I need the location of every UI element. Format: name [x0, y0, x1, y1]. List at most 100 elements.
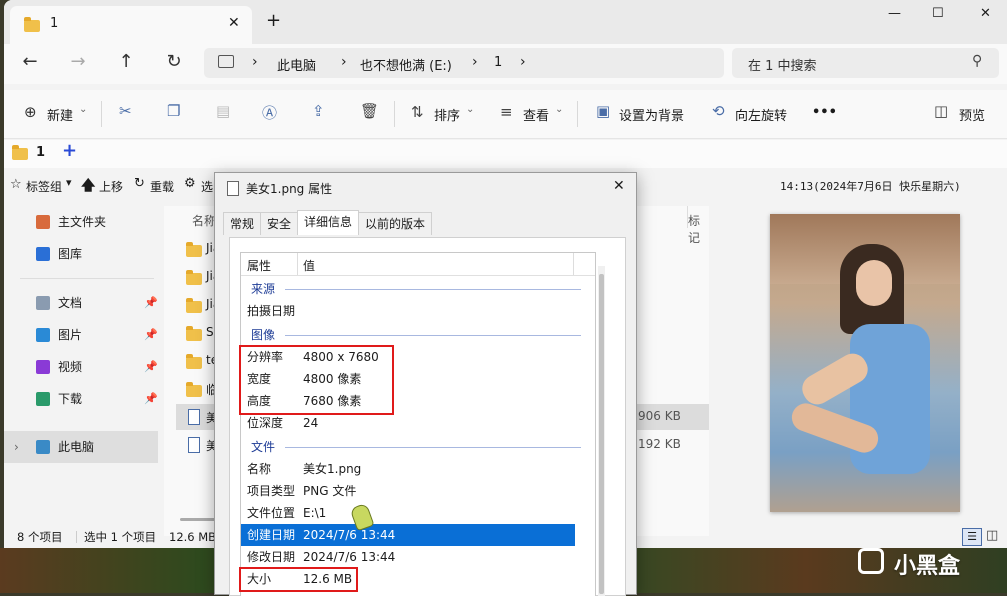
preview-button[interactable]: 预览: [959, 105, 985, 124]
wallpaper-icon: ▣: [596, 102, 611, 120]
bookmarks-button[interactable]: 标签组: [26, 178, 62, 195]
file-size: 906 KB: [638, 409, 681, 423]
search-placeholder: 在 1 中搜索: [748, 59, 817, 74]
separator: [101, 101, 102, 127]
column-header-value[interactable]: 值: [303, 257, 315, 274]
close-tab-icon[interactable]: ✕: [228, 15, 240, 31]
chevron-down-icon: ⌄: [79, 104, 88, 115]
properties-dialog: 美女1.png 属性 ✕ 常规 安全 详细信息 以前的版本 属性 值 来源 拍摄日期 …: [214, 172, 637, 596]
property-key: 创建日期: [247, 528, 296, 542]
property-value: 美女1.png: [303, 462, 362, 476]
dialog-close-button[interactable]: ✕: [613, 178, 625, 194]
add-group-tab-button[interactable]: +: [62, 140, 77, 161]
view-button[interactable]: 查看: [523, 105, 549, 124]
new-button[interactable]: 新建: [47, 105, 73, 124]
property-value: 24: [303, 416, 319, 430]
documents-icon: [36, 296, 50, 310]
address-bar[interactable]: › 此电脑 › 也不想他满 (E:) › 1 ›: [204, 48, 724, 78]
chevron-right-icon[interactable]: ›: [14, 431, 19, 463]
pin-icon[interactable]: 📌: [144, 351, 158, 383]
property-row[interactable]: 位深度 24: [241, 412, 571, 434]
sidebar-item-this-pc[interactable]: › 此电脑: [4, 431, 158, 463]
grid-header: 属性 值: [241, 253, 595, 276]
back-icon[interactable]: ←: [16, 48, 44, 76]
separator: [20, 278, 154, 279]
tab-general[interactable]: 常规: [223, 212, 262, 235]
file-icon: [227, 181, 239, 196]
cut-icon[interactable]: ✂: [119, 102, 132, 120]
gear-icon: ⚙: [184, 176, 196, 191]
tiles-view-icon[interactable]: ◫: [986, 528, 998, 543]
sidebar-item-gallery[interactable]: 图库: [4, 238, 164, 270]
property-row[interactable]: 修改日期 2024/7/6 13:44: [241, 546, 571, 568]
sidebar-item-videos[interactable]: 视频 📌: [4, 351, 164, 383]
search-icon: ⚲: [972, 53, 983, 69]
reload-button[interactable]: 重载: [150, 178, 174, 195]
forward-icon[interactable]: →: [64, 48, 92, 76]
more-options-button[interactable]: •••: [812, 105, 837, 120]
property-row[interactable]: 拍摄日期: [241, 300, 571, 322]
folder-icon: [186, 242, 202, 257]
rotate-left-button[interactable]: 向左旋转: [735, 105, 787, 124]
breadcrumb-this-pc[interactable]: 此电脑: [277, 55, 316, 74]
watermark: 小黑盒: [858, 544, 998, 584]
separator: [394, 101, 395, 127]
copy-icon[interactable]: ❐: [167, 102, 180, 120]
property-key: 拍摄日期: [247, 304, 296, 318]
tab-previous-versions[interactable]: 以前的版本: [358, 212, 433, 235]
close-window-button[interactable]: ✕: [980, 6, 991, 21]
options-button[interactable]: 选: [201, 178, 213, 195]
tab-group-strip: 1 +: [4, 140, 1007, 168]
share-icon[interactable]: ⇪: [312, 102, 325, 120]
delete-icon[interactable]: 🗑: [360, 102, 379, 120]
minimize-button[interactable]: —: [888, 6, 901, 21]
tab-details[interactable]: 详细信息: [297, 210, 360, 235]
sidebar-item-downloads[interactable]: 下载 📌: [4, 383, 164, 415]
group-source: 来源: [241, 279, 581, 299]
property-value: PNG 文件: [303, 484, 357, 498]
window-tab[interactable]: 1 ✕: [10, 6, 252, 44]
property-row[interactable]: 名称 美女1.png: [241, 458, 571, 480]
watermark-logo-icon: [858, 548, 884, 574]
group-label: 文件: [251, 440, 276, 454]
breadcrumb-drive[interactable]: 也不想他满 (E:): [360, 55, 452, 74]
videos-icon: [36, 360, 50, 374]
pin-icon[interactable]: 📌: [144, 383, 158, 415]
scrollbar-thumb[interactable]: [599, 274, 604, 594]
tab-security[interactable]: 安全: [260, 212, 299, 235]
title-bar: 1 ✕ + — ☐ ✕: [4, 0, 1007, 44]
search-box[interactable]: 在 1 中搜索 ⚲: [732, 48, 999, 78]
folder-icon: [186, 382, 202, 397]
tab-title: 1: [50, 16, 59, 31]
refresh-icon[interactable]: ↻: [160, 48, 188, 76]
set-background-button[interactable]: 设置为背景: [619, 105, 684, 124]
chevron-down-icon: ⌄: [555, 104, 564, 115]
pin-icon[interactable]: 📌: [144, 319, 158, 351]
breadcrumb-folder[interactable]: 1: [494, 55, 502, 70]
new-tab-button[interactable]: +: [266, 10, 281, 31]
chevron-right-icon: ›: [252, 54, 258, 70]
gallery-icon: [36, 247, 50, 261]
rename-icon[interactable]: Ⓐ: [262, 102, 277, 123]
column-header-name[interactable]: 名称: [192, 212, 216, 229]
property-row[interactable]: 项目类型 PNG 文件: [241, 480, 571, 502]
move-up-button[interactable]: 上移: [99, 178, 123, 195]
pin-icon[interactable]: 📌: [144, 287, 158, 319]
sidebar-item-label: 图库: [58, 247, 83, 261]
property-row[interactable]: 文件位置 E:\1: [241, 502, 571, 524]
sidebar-item-pictures[interactable]: 图片 📌: [4, 319, 164, 351]
up-arrow-icon: 🡅: [81, 178, 96, 194]
up-icon[interactable]: ↑: [112, 48, 140, 76]
sidebar-item-documents[interactable]: 文档 📌: [4, 287, 164, 319]
group-tab-label[interactable]: 1: [36, 145, 45, 160]
selected-size: 12.6 MB: [169, 530, 217, 544]
image-preview: [770, 214, 960, 512]
property-row-selected[interactable]: 创建日期 2024/7/6 13:44: [241, 524, 575, 546]
sort-button[interactable]: 排序: [434, 105, 460, 124]
separator: [76, 531, 77, 543]
paste-icon[interactable]: ▤: [216, 102, 230, 120]
status-bar: 8 个项目 选中 1 个项目 12.6 MB: [4, 526, 224, 548]
sidebar-item-home[interactable]: 主文件夹: [4, 206, 164, 238]
column-header-property[interactable]: 属性: [247, 257, 271, 274]
maximize-button[interactable]: ☐: [932, 6, 944, 21]
